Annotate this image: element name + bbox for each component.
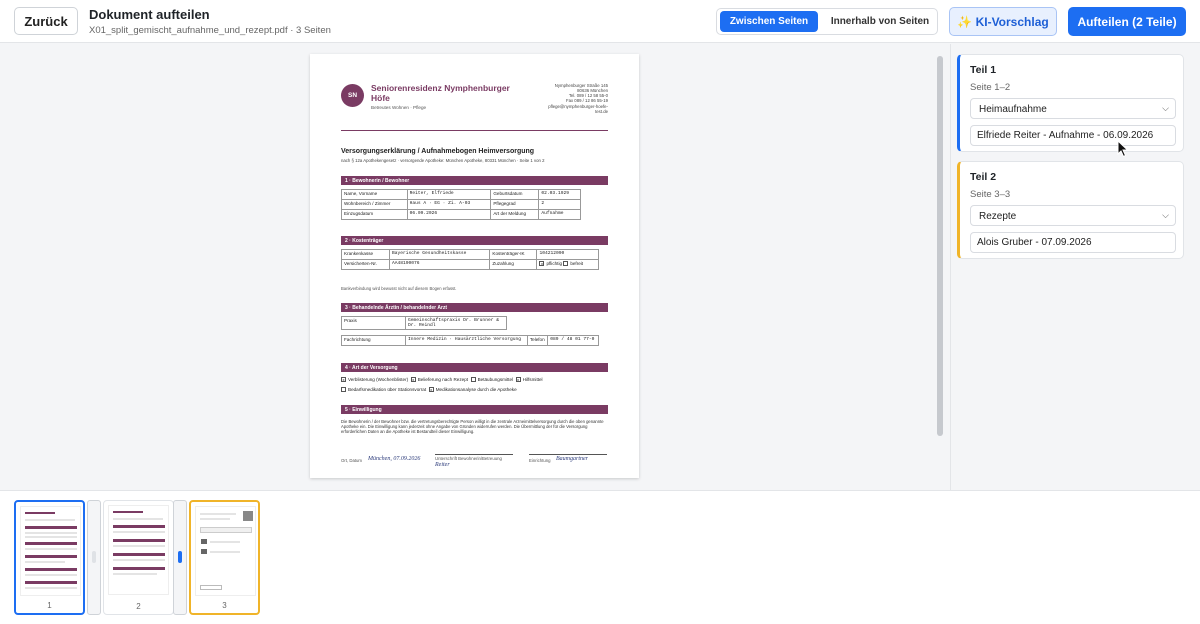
org-name: Seniorenresidenz Nymphenburger xyxy=(371,83,510,93)
doc-heading: Versorgungserklärung / Aufnahmebogen Hei… xyxy=(341,148,535,155)
resident-table: Name, Vorname Reiter, Elfriede Geburtsdatu… xyxy=(341,189,581,220)
logo: SN xyxy=(341,84,364,107)
document-type-select[interactable]: Heimaufnahme ⌵ xyxy=(970,98,1176,119)
doc-heading-sub: nach § 12a Apothekengesetz · versorgende… xyxy=(341,158,545,163)
part-title: Teil 2 xyxy=(970,171,997,183)
back-button[interactable]: Zurück xyxy=(14,7,78,35)
org-sub: Betreutes Wohnen · Pflege xyxy=(371,105,427,110)
viewer-scrollbar[interactable] xyxy=(937,56,943,436)
part-card-2: Teil 2 Seite 3–3 Rezepte ⌵ xyxy=(957,161,1184,259)
thumbnail-strip: 1 2 3 xyxy=(0,490,1200,624)
mouse-cursor-icon xyxy=(1117,140,1129,158)
section-3-header: 3 · Behandelnde Ärztin / behandelnder Ar… xyxy=(341,303,608,312)
page-viewer: SN Seniorenresidenz Nymphenburger Höfe B… xyxy=(0,44,935,490)
sig-place-label: Ort, Datum xyxy=(341,458,363,463)
thumbnail-preview xyxy=(20,506,81,596)
section-5-header: 5 · Einwilligung xyxy=(341,405,608,414)
toolbar: Zurück Dokument aufteilen X01_split_gemi… xyxy=(0,0,1200,43)
thumbnail-number: 2 xyxy=(136,602,141,611)
thumbnail-number: 3 xyxy=(222,601,227,610)
sig-line-2 xyxy=(529,454,607,455)
org-address: Nymphenburger Straße 145 80636 München Tel… xyxy=(548,83,608,114)
part-title: Teil 1 xyxy=(970,64,997,76)
section-1-header: 1 · Bewohnerin / Bewohner xyxy=(341,176,608,185)
part-pages: Seite 3–3 xyxy=(970,189,1011,200)
file-subtitle: X01_split_gemischt_aufnahme_und_rezept.p… xyxy=(89,25,331,36)
page-title: Dokument aufteilen xyxy=(89,7,210,22)
split-divider-2[interactable] xyxy=(173,500,187,615)
document-page: SN Seniorenresidenz Nymphenburger Höfe B… xyxy=(310,54,639,478)
scroll-thumb[interactable] xyxy=(937,56,943,436)
sig-resident-label: Unterschrift Bewohnerin/Betreuung xyxy=(435,456,502,461)
split-button[interactable]: Aufteilen (2 Teile) xyxy=(1068,7,1186,36)
section-4-header: 4 · Art der Versorgung xyxy=(341,363,608,372)
page-thumbnail-1[interactable]: 1 xyxy=(14,500,85,615)
sig-line-1 xyxy=(435,454,513,455)
part-name-input[interactable] xyxy=(970,232,1176,253)
ai-suggestion-button[interactable]: ✨ KI-Vorschlag xyxy=(949,7,1057,36)
chevron-down-icon: ⌵ xyxy=(1162,103,1169,113)
header-rule xyxy=(341,130,608,131)
page-thumbnail-2[interactable]: 2 xyxy=(103,500,174,615)
mode-between-pages-button[interactable]: Zwischen Seiten xyxy=(720,11,818,32)
split-divider-1[interactable] xyxy=(87,500,101,615)
divider-marker xyxy=(178,551,182,563)
doctor-table-2: Fachrichtung Innere Medizin · Hausärztlic… xyxy=(341,335,599,346)
section-2-header: 2 · Kostenträger xyxy=(341,236,608,245)
sig-facility: Baumgartner xyxy=(556,456,588,462)
thumbnail-number: 1 xyxy=(47,601,52,610)
insurance-note: Bankverbindung wird bewusst nicht auf di… xyxy=(341,286,457,291)
consent-text: Die Bewohnerin / der Bewohner bzw. die v… xyxy=(341,419,604,435)
chevron-down-icon: ⌵ xyxy=(1162,210,1169,220)
parts-sidebar: Teil 1 Seite 1–2 Heimaufnahme⌵ Teil 2 Se… xyxy=(950,44,1200,490)
org-name-2: Höfe xyxy=(371,93,390,103)
document-type-select[interactable]: Rezepte ⌵ xyxy=(970,205,1176,226)
page-thumbnail-3[interactable]: 3 xyxy=(189,500,260,615)
split-mode-toggle: Zwischen Seiten Innerhalb von Seiten xyxy=(716,8,938,35)
supply-options-2: Bedarfsmedikation über Stationsvorrat xM… xyxy=(341,387,517,393)
thumbnail-preview xyxy=(195,506,256,596)
sig-resident: Reiter xyxy=(435,462,450,468)
insurance-table: Krankenkasse Bayerische Gesundheitskasse K… xyxy=(341,249,599,270)
part-pages: Seite 1–2 xyxy=(970,82,1011,93)
doctor-table: Praxis Gemeinschaftspraxis Dr. Brunner & … xyxy=(341,316,507,330)
divider-marker xyxy=(92,551,96,563)
part-name-input[interactable] xyxy=(970,125,1176,146)
sig-facility-label: Einrichtung xyxy=(529,458,551,463)
part-card-1: Teil 1 Seite 1–2 Heimaufnahme ⌵ xyxy=(957,54,1184,152)
thumbnail-preview xyxy=(108,505,169,595)
supply-options: x Verblisterung (Wochenblister) x Beliefer… xyxy=(341,377,543,383)
mode-within-pages-button[interactable]: Innerhalb von Seiten xyxy=(825,11,935,32)
sig-place: München, 07.09.2026 xyxy=(368,456,421,462)
